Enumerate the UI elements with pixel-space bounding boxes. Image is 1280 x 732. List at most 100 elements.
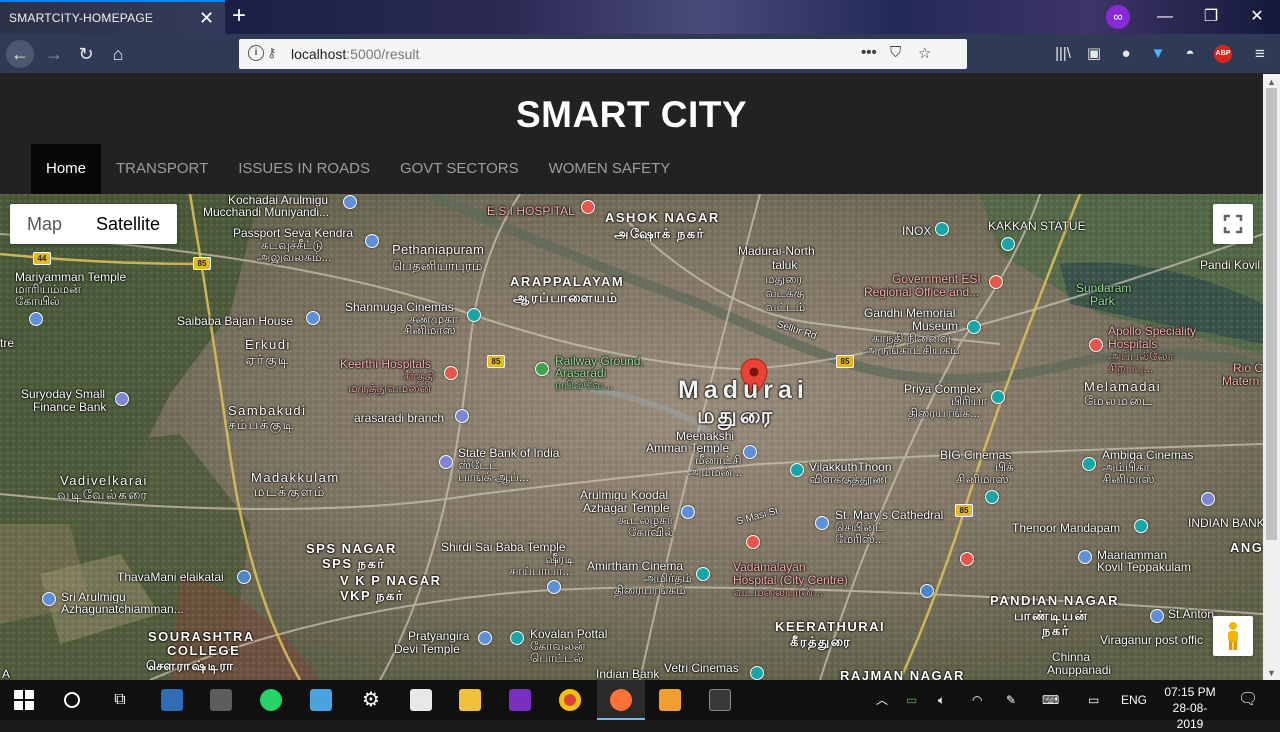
keyboard-icon[interactable]: ⌨ — [1042, 680, 1059, 720]
calculator-icon[interactable] — [210, 689, 232, 711]
cortana-search-button[interactable] — [48, 680, 96, 720]
site-info-icon[interactable]: i — [248, 45, 264, 61]
menu-item-women-safety[interactable]: WOMEN SAFETY — [534, 144, 686, 194]
extension-icon[interactable]: ▼ — [1144, 40, 1172, 68]
pen-icon[interactable]: ✎ — [1006, 680, 1016, 720]
forward-icon[interactable]: → — [40, 40, 68, 68]
map-label: திரையரங்கம் — [614, 583, 686, 597]
place-marker-icon[interactable] — [681, 505, 695, 519]
file-explorer-icon[interactable] — [459, 689, 481, 711]
place-marker-icon[interactable] — [510, 631, 524, 645]
window-close-icon[interactable]: ✕ — [1237, 4, 1277, 30]
explorer-pc-icon[interactable] — [161, 689, 183, 711]
place-marker-icon[interactable] — [42, 592, 56, 606]
menu-icon[interactable]: ≡ — [1246, 40, 1274, 68]
sidebar-icon[interactable]: ▣ — [1080, 40, 1108, 68]
minimize-icon[interactable]: — — [1145, 4, 1185, 30]
bookmark-star-icon[interactable]: ☆ — [918, 44, 931, 62]
menu-item-home[interactable]: Home — [31, 144, 102, 194]
place-marker-icon[interactable] — [343, 195, 357, 209]
place-marker-icon[interactable] — [478, 631, 492, 645]
hospital-marker-icon[interactable] — [581, 200, 595, 214]
bank-marker-icon[interactable] — [439, 455, 453, 469]
firefox-taskbar-item[interactable] — [597, 680, 645, 720]
place-marker-icon[interactable] — [1078, 550, 1092, 564]
adblock-icon[interactable]: ABP — [1214, 45, 1232, 63]
map-type-map-button[interactable]: Map — [10, 204, 79, 244]
pocket-icon[interactable]: ⛉ — [890, 44, 901, 61]
browser-tab[interactable]: SMARTCITY-HOMEPAGE ✕ — [0, 0, 225, 34]
museum-marker-icon[interactable] — [967, 320, 981, 334]
place-marker-icon[interactable] — [1150, 609, 1164, 623]
park-marker-icon[interactable] — [535, 362, 549, 376]
bank-marker-icon[interactable] — [455, 409, 469, 423]
bus-stop-marker-icon[interactable] — [920, 584, 934, 598]
reload-icon[interactable]: ↻ — [72, 40, 100, 68]
page-scrollbar[interactable]: ▲ ▼ — [1263, 74, 1280, 680]
scroll-down-icon[interactable]: ▼ — [1267, 668, 1276, 678]
place-marker-icon[interactable] — [365, 234, 379, 248]
display-icon[interactable]: ▭ — [1088, 680, 1099, 720]
back-icon[interactable]: ← — [6, 40, 34, 68]
notifications-icon[interactable]: 🗨︎ — [1238, 680, 1258, 720]
store-icon[interactable] — [410, 689, 432, 711]
settings-gear-icon[interactable]: ⚙ — [347, 680, 395, 720]
url-text[interactable]: localhost:5000/result — [291, 46, 419, 62]
street-view-pegman-button[interactable] — [1213, 616, 1253, 656]
task-view-button[interactable]: ⧉ — [96, 680, 144, 720]
sublime-icon[interactable] — [659, 689, 681, 711]
app-icon[interactable] — [310, 689, 332, 711]
place-marker-icon[interactable] — [743, 445, 757, 459]
fullscreen-button[interactable] — [1213, 204, 1253, 244]
amazon-music-icon[interactable] — [509, 689, 531, 711]
new-tab-icon[interactable]: + — [232, 2, 246, 30]
place-marker-icon[interactable] — [29, 312, 43, 326]
wifi-icon[interactable]: ◠ — [972, 680, 982, 720]
chrome-icon[interactable] — [559, 689, 581, 711]
hospital-marker-icon[interactable] — [989, 275, 1003, 289]
home-icon[interactable]: ⌂ — [104, 40, 132, 68]
satellite-map[interactable]: 44 85 85 85 85 Kochadai Arulmigu Mucchan… — [0, 194, 1263, 680]
scrollbar-thumb[interactable] — [1266, 88, 1277, 540]
place-marker-icon[interactable] — [790, 463, 804, 477]
bank-marker-icon[interactable] — [1201, 492, 1215, 506]
profile-extension-icon[interactable]: ◓ — [1176, 40, 1204, 68]
start-button[interactable] — [0, 680, 48, 720]
menu-item-transport[interactable]: TRANSPORT — [101, 144, 223, 194]
page-actions-icon[interactable]: ••• — [861, 44, 877, 61]
hospital-marker-icon[interactable] — [960, 552, 974, 566]
hospital-marker-icon[interactable] — [444, 366, 458, 380]
church-marker-icon[interactable] — [815, 516, 829, 530]
place-marker-icon[interactable] — [1134, 519, 1148, 533]
language-indicator[interactable]: ENG — [1121, 680, 1147, 720]
place-marker-icon[interactable] — [547, 580, 561, 594]
library-icon[interactable]: |||\ — [1049, 40, 1077, 68]
battery-icon[interactable]: ▭ — [906, 680, 917, 720]
cinema-marker-icon[interactable] — [467, 308, 481, 322]
shop-marker-icon[interactable] — [237, 570, 251, 584]
clock[interactable]: 07:15 PM 28-08-2019 — [1160, 684, 1220, 732]
bank-marker-icon[interactable] — [115, 392, 129, 406]
scroll-up-icon[interactable]: ▲ — [1267, 77, 1276, 87]
cinema-marker-icon[interactable] — [750, 666, 764, 680]
terminal-icon[interactable] — [709, 689, 731, 711]
whatsapp-icon[interactable] — [260, 689, 282, 711]
hospital-marker-icon[interactable] — [1089, 338, 1103, 352]
hospital-marker-icon[interactable] — [746, 535, 760, 549]
volume-icon[interactable]: 🔈︎ — [938, 680, 945, 720]
cinema-marker-icon[interactable] — [1082, 457, 1096, 471]
cinema-marker-icon[interactable] — [991, 390, 1005, 404]
menu-item-issues-in-roads[interactable]: ISSUES IN ROADS — [223, 144, 385, 194]
close-tab-icon[interactable]: ✕ — [199, 7, 214, 29]
restore-icon[interactable]: ❐ — [1191, 4, 1231, 30]
map-type-satellite-button[interactable]: Satellite — [79, 204, 177, 244]
account-icon[interactable]: ● — [1112, 40, 1140, 68]
tray-chevron-icon[interactable]: ︿ — [876, 680, 888, 720]
place-marker-icon[interactable] — [1001, 237, 1015, 251]
url-bar[interactable]: i ⚷ localhost:5000/result ••• ⛉ ☆ — [239, 39, 967, 69]
cinema-marker-icon[interactable] — [935, 222, 949, 236]
menu-item-govt-sectors[interactable]: GOVT SECTORS — [385, 144, 534, 194]
cinema-marker-icon[interactable] — [985, 490, 999, 504]
cinema-marker-icon[interactable] — [696, 567, 710, 581]
place-marker-icon[interactable] — [306, 311, 320, 325]
